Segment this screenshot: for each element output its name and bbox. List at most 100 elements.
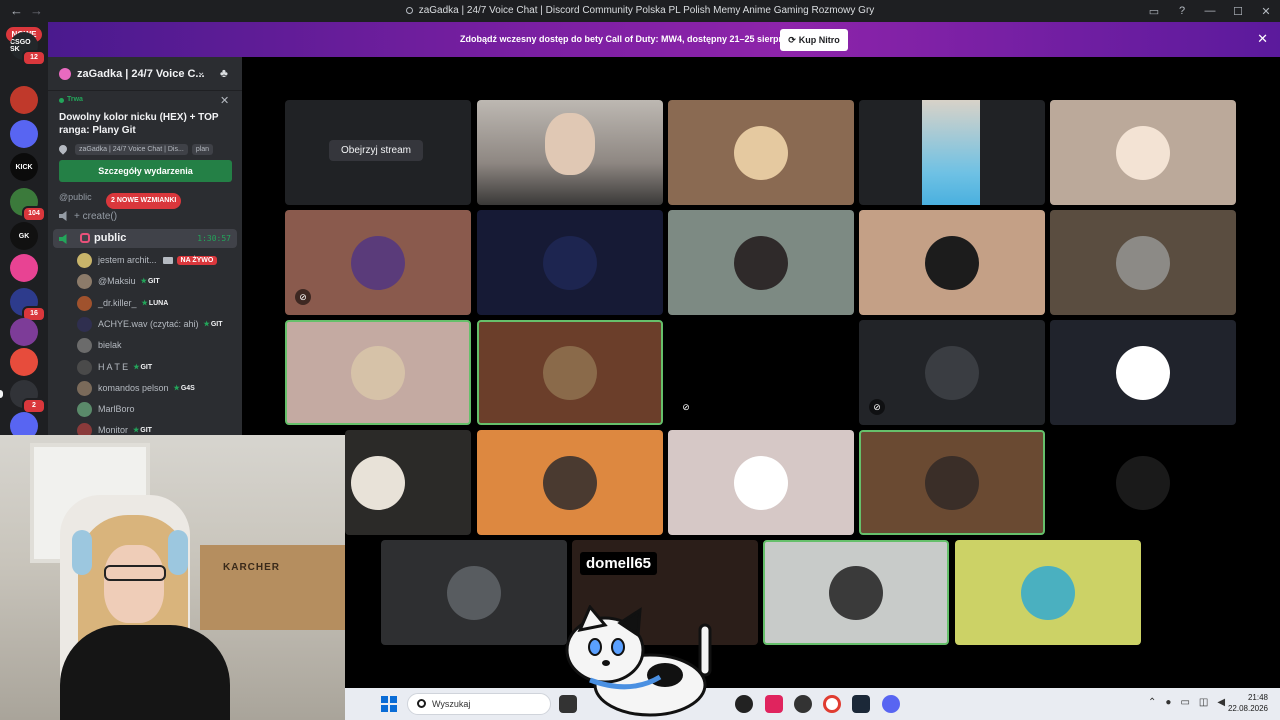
title-bar: ← → zaGadka | 24/7 Voice Chat | Discord …	[0, 0, 1280, 22]
star-icon: ★	[173, 385, 180, 392]
server-icon[interactable]	[10, 254, 38, 282]
participant-tile[interactable]	[477, 430, 663, 535]
server-icon[interactable]	[10, 120, 38, 148]
voice-user[interactable]: @Maksiu ★ GIT	[77, 271, 237, 291]
buy-nitro-button[interactable]: ⟳ Kup Nitro	[780, 29, 848, 51]
help-icon[interactable]: ?	[1168, 0, 1196, 22]
event-card: Trwa ✕ Dowolny kolor nicku (HEX) + TOP r…	[48, 91, 242, 187]
participant-avatar	[1116, 235, 1170, 290]
streamer-face	[104, 545, 164, 623]
invite-people-icon[interactable]: ♣	[220, 66, 228, 80]
participant-tile[interactable]: ⊘	[859, 320, 1045, 425]
voice-user[interactable]: komandos pelson ★ G4S	[77, 378, 237, 398]
participant-tile[interactable]	[381, 540, 567, 645]
category-public[interactable]: @public	[59, 192, 92, 202]
participant-tile[interactable]	[285, 320, 471, 425]
app-icon-dark[interactable]	[794, 695, 812, 713]
user-guild-tag-text: GIT	[140, 363, 153, 371]
event-close-icon[interactable]: ✕	[220, 94, 229, 107]
banner-close-icon[interactable]: ✕	[1257, 31, 1268, 47]
server-icon[interactable]	[10, 318, 38, 346]
chevron-down-icon[interactable]: ⌄	[197, 67, 205, 78]
participant-tile[interactable]: Obejrzyj stream	[285, 100, 471, 205]
camera-feed-face	[545, 112, 595, 175]
participant-tile[interactable]	[1050, 210, 1236, 315]
cat-sticker	[565, 605, 712, 717]
participant-tile[interactable]	[1050, 430, 1236, 535]
window-controls: ▭ ? — ☐ ✕	[1140, 0, 1280, 22]
display-icon[interactable]: ▭	[1180, 697, 1189, 708]
user-avatar	[77, 252, 92, 268]
stream-name-overlay: domell65	[580, 552, 658, 575]
inbox-icon[interactable]: ▭	[1140, 0, 1168, 22]
participant-tile[interactable]	[477, 320, 663, 425]
participant-tile[interactable]	[1050, 320, 1236, 425]
voice-user[interactable]: jestem archit... NA ŻYWO	[77, 250, 237, 270]
event-location[interactable]: zaGadka | 24/7 Voice Chat | Dis... plan	[57, 142, 231, 156]
streamer-glasses	[104, 565, 166, 581]
participant-tile[interactable]	[477, 100, 663, 205]
watch-stream-button[interactable]: Obejrzyj stream	[329, 140, 424, 161]
event-location-chip[interactable]: zaGadka | 24/7 Voice Chat | Dis...	[75, 143, 188, 155]
discord-icon[interactable]	[882, 695, 900, 713]
browser-icon[interactable]	[735, 695, 753, 713]
participant-tile[interactable]	[1050, 100, 1236, 205]
network-icon[interactable]: ◫	[1199, 697, 1208, 708]
participant-avatar	[543, 235, 597, 290]
opera-icon[interactable]	[823, 695, 841, 713]
participant-tile[interactable]	[859, 100, 1045, 205]
server-icon[interactable]: KICK	[10, 153, 38, 181]
participant-tile[interactable]: ⊘	[285, 210, 471, 315]
user-guild-tag: ★ LUNA	[141, 299, 169, 308]
maximize-button[interactable]: ☐	[1224, 0, 1252, 22]
channel-create[interactable]: + create()	[59, 207, 117, 225]
participant-tile[interactable]	[859, 210, 1045, 315]
steam-icon[interactable]	[852, 695, 870, 713]
server-icon[interactable]: GK	[10, 222, 38, 250]
voice-channel-public[interactable]: public 1:30:57	[53, 229, 237, 248]
participant-tile[interactable]	[955, 540, 1141, 645]
star-icon: ★	[141, 300, 148, 307]
user-guild-tag-text: GIT	[140, 426, 152, 434]
voice-user[interactable]: _dr.killer_ ★ LUNA	[77, 293, 237, 313]
participant-tile[interactable]	[477, 210, 663, 315]
banner-text: Zdobądź wczesny dostęp do bety Call of D…	[460, 34, 795, 44]
taskbar-clock[interactable]: 21:48 22.08.2026	[1228, 692, 1268, 714]
close-window-button[interactable]: ✕	[1252, 0, 1280, 22]
voice-user[interactable]: H A T E ★ GIT	[77, 357, 237, 377]
participant-avatar	[925, 455, 979, 510]
windows-start-icon[interactable]	[381, 696, 397, 712]
taskbar-search[interactable]: Wyszukaj	[407, 693, 551, 715]
voice-user[interactable]: bielak	[77, 335, 237, 355]
participant-tile[interactable]	[668, 100, 854, 205]
participant-tile[interactable]	[859, 430, 1045, 535]
minimize-button[interactable]: —	[1196, 0, 1224, 22]
event-location-chip-2[interactable]: plan	[191, 143, 214, 155]
cardboard-box	[200, 545, 345, 630]
participant-tile[interactable]	[763, 540, 949, 645]
participant-tile[interactable]	[668, 210, 854, 315]
participant-tile[interactable]	[345, 430, 471, 535]
nitro-icon: ⟳	[788, 34, 796, 45]
live-badge: NA ŻYWO	[176, 255, 218, 265]
chevron-up-icon[interactable]: ⌃	[1148, 697, 1156, 708]
user-avatar	[77, 295, 92, 311]
voice-user[interactable]: ACHYE.wav (czytać: ahi) ★ GIT	[77, 314, 237, 334]
event-details-button[interactable]: Szczegóły wydarzenia	[59, 160, 232, 182]
microphone-icon[interactable]: ●	[1165, 697, 1171, 708]
server-mention-badge: 12	[22, 50, 46, 66]
voice-user[interactable]: MarlBoro	[77, 399, 237, 419]
participant-tile[interactable]: ⊘	[668, 320, 854, 425]
app-icon-red[interactable]	[765, 695, 783, 713]
guild-header[interactable]: zaGadka | 24/7 Voice C... ⌄ ♣	[48, 57, 242, 91]
user-avatar	[77, 401, 92, 417]
participant-tile[interactable]	[668, 430, 854, 535]
participant-avatar	[925, 235, 979, 290]
server-icon[interactable]	[10, 348, 38, 376]
server-icon[interactable]	[10, 86, 38, 114]
participant-avatar	[1116, 345, 1170, 400]
volume-icon[interactable]: ◀	[1217, 697, 1225, 708]
new-mentions-pill[interactable]: 2 NOWE WZMIANKI	[106, 193, 182, 209]
camera-feed	[922, 100, 980, 205]
user-name: H A T E	[98, 362, 129, 372]
